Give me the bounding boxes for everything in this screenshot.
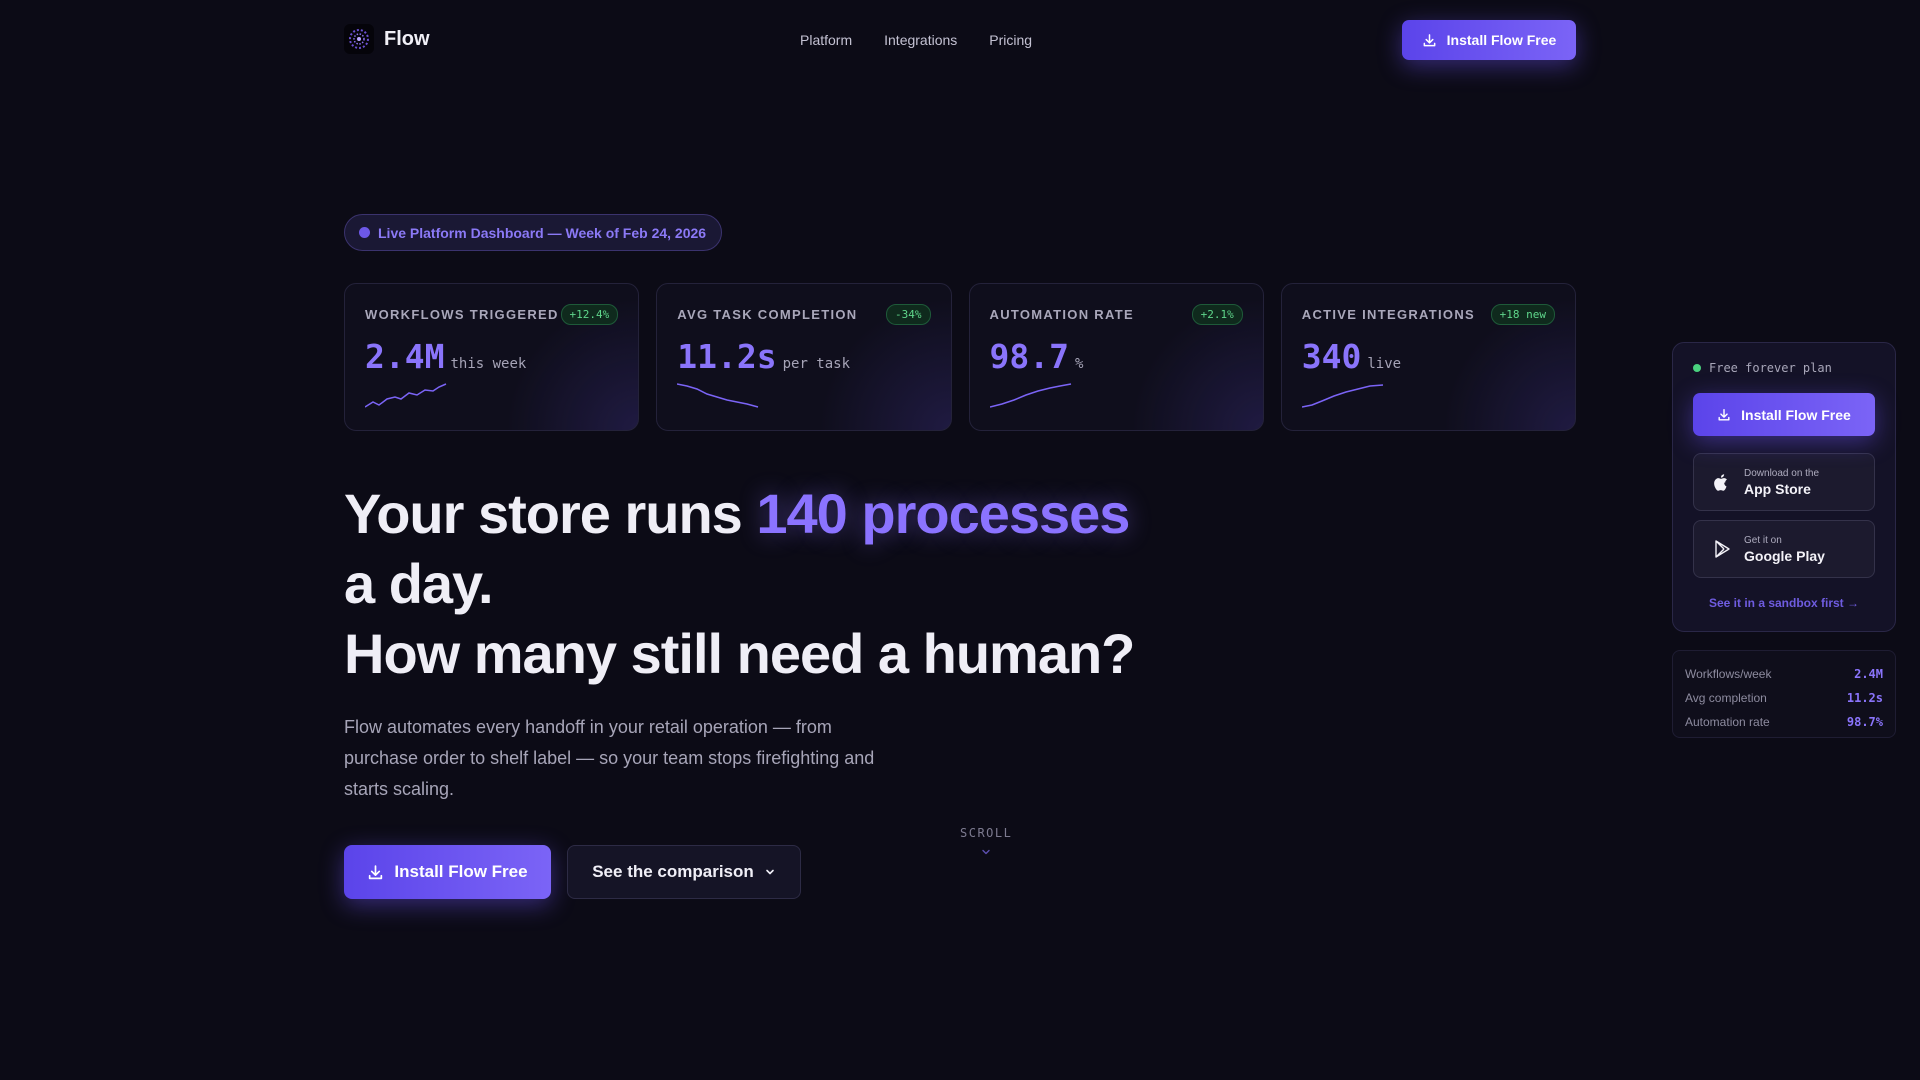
side-install-button[interactable]: Install Flow Free [1693,393,1875,436]
stat-card-delta: +2.1% [1191,304,1243,325]
stat-card-task-completion: AVG TASK COMPLETION -34% 11.2s per task [656,283,952,431]
google-play-icon [1715,540,1730,558]
mini-stat-value: 98.7% [1846,715,1883,729]
sandbox-link[interactable]: See it in a sandbox first → [1693,596,1875,610]
hero-title-pre: Your store runs [344,482,757,545]
mini-stat-value: 2.4M [1854,667,1883,681]
google-play-small: Get it on [1744,534,1782,546]
mini-stat-row: Automation rate 98.7% [1685,710,1883,734]
download-icon [369,864,383,879]
stat-card-value: 11.2s [677,337,777,376]
mini-stat-label: Workflows/week [1685,667,1772,681]
see-comparison-label: See the comparison [592,862,754,881]
brand[interactable]: Flow [344,24,430,54]
stat-card-unit: live [1367,356,1402,372]
stat-card-delta: +18 new [1490,304,1555,325]
nav-install-button[interactable]: Install Flow Free [1402,20,1576,60]
stat-card-label: AUTOMATION RATE [989,307,1134,322]
chevron-down-icon [765,869,774,875]
top-nav: Flow Platform Integrations Pricing Insta… [344,20,1576,60]
hero-subtitle: Flow automates every handoff in your ret… [344,717,875,799]
live-dashboard-badge: Live Platform Dashboard — Week of Feb 24… [344,214,722,251]
hero-title-line2: How many still need a human? [344,622,1135,685]
sparkline-down [677,383,759,408]
side-install-label: Install Flow Free [1741,406,1851,423]
app-store-small: Download on the [1744,467,1820,479]
mini-stat-row: Avg completion 11.2s [1685,686,1883,710]
app-store-big: App Store [1744,480,1811,497]
chevron-down-icon [982,849,990,855]
scroll-hint[interactable]: SCROLL [960,826,1012,863]
stat-card-label: WORKFLOWS TRIGGERED [365,307,559,322]
stat-card-automation-rate: AUTOMATION RATE +2.1% 98.7 % [968,283,1264,431]
app-store-button[interactable]: Download on the App Store [1693,453,1875,511]
google-play-button[interactable]: Get it on Google Play [1693,520,1875,578]
stat-card-integrations: ACTIVE INTEGRATIONS +18 new 340 live [1280,283,1576,431]
stat-card-label: ACTIVE INTEGRATIONS [1301,307,1475,322]
flow-logo-icon [344,24,374,54]
plan-status-dot [1693,364,1701,372]
stat-card-value: 2.4M [365,337,445,376]
nav-link-pricing[interactable]: Pricing [989,32,1032,48]
hero-title-post: a day. [344,552,494,615]
stat-card-value: 98.7 [989,337,1069,376]
mini-stat-label: Automation rate [1685,715,1770,729]
stat-card-label: AVG TASK COMPLETION [677,307,858,322]
scroll-label: SCROLL [960,826,1013,840]
apple-icon [1714,474,1727,491]
download-icon [1423,33,1436,46]
mini-stats-panel: Workflows/week 2.4M Avg completion 11.2s… [1672,650,1896,738]
google-play-big: Google Play [1744,547,1825,564]
hero-install-button[interactable]: Install Flow Free [344,845,551,899]
hero-title: Your store runs 140 processes a day. How… [344,479,1224,689]
nav-link-platform[interactable]: Platform [800,32,852,48]
stat-card-delta: +12.4% [560,304,619,325]
nav-links: Platform Integrations Pricing [800,32,1032,48]
stat-card-unit: this week [450,356,527,372]
stat-cards: WORKFLOWS TRIGGERED +12.4% 2.4M this wee… [344,283,1576,431]
nav-link-integrations[interactable]: Integrations [884,32,957,48]
install-side-panel: Free forever plan Install Flow Free Down… [1672,342,1896,632]
stat-card-value: 340 [1301,337,1362,376]
see-comparison-button[interactable]: See the comparison [567,845,801,899]
live-dot [359,227,370,238]
download-icon [1718,408,1730,421]
stat-card-delta: -34% [886,304,931,325]
sparkline-up [365,383,447,408]
mini-stat-label: Avg completion [1685,691,1767,705]
stat-card-unit: per task [782,356,851,372]
plan-label: Free forever plan [1709,361,1832,375]
hero-title-accent: 140 processes [756,482,1130,545]
sparkline-up [989,383,1071,408]
sparkline-up [1301,384,1383,408]
mini-stat-row: Workflows/week 2.4M [1685,662,1883,686]
hero-install-label: Install Flow Free [394,862,528,881]
live-badge-text: Live Platform Dashboard — Week of Feb 24… [378,224,707,241]
mini-stat-value: 11.2s [1846,691,1883,705]
stat-card-unit: % [1074,356,1084,372]
stat-card-workflows: WORKFLOWS TRIGGERED +12.4% 2.4M this wee… [344,283,640,431]
nav-install-label: Install Flow Free [1446,32,1557,48]
brand-name: Flow [384,27,430,50]
